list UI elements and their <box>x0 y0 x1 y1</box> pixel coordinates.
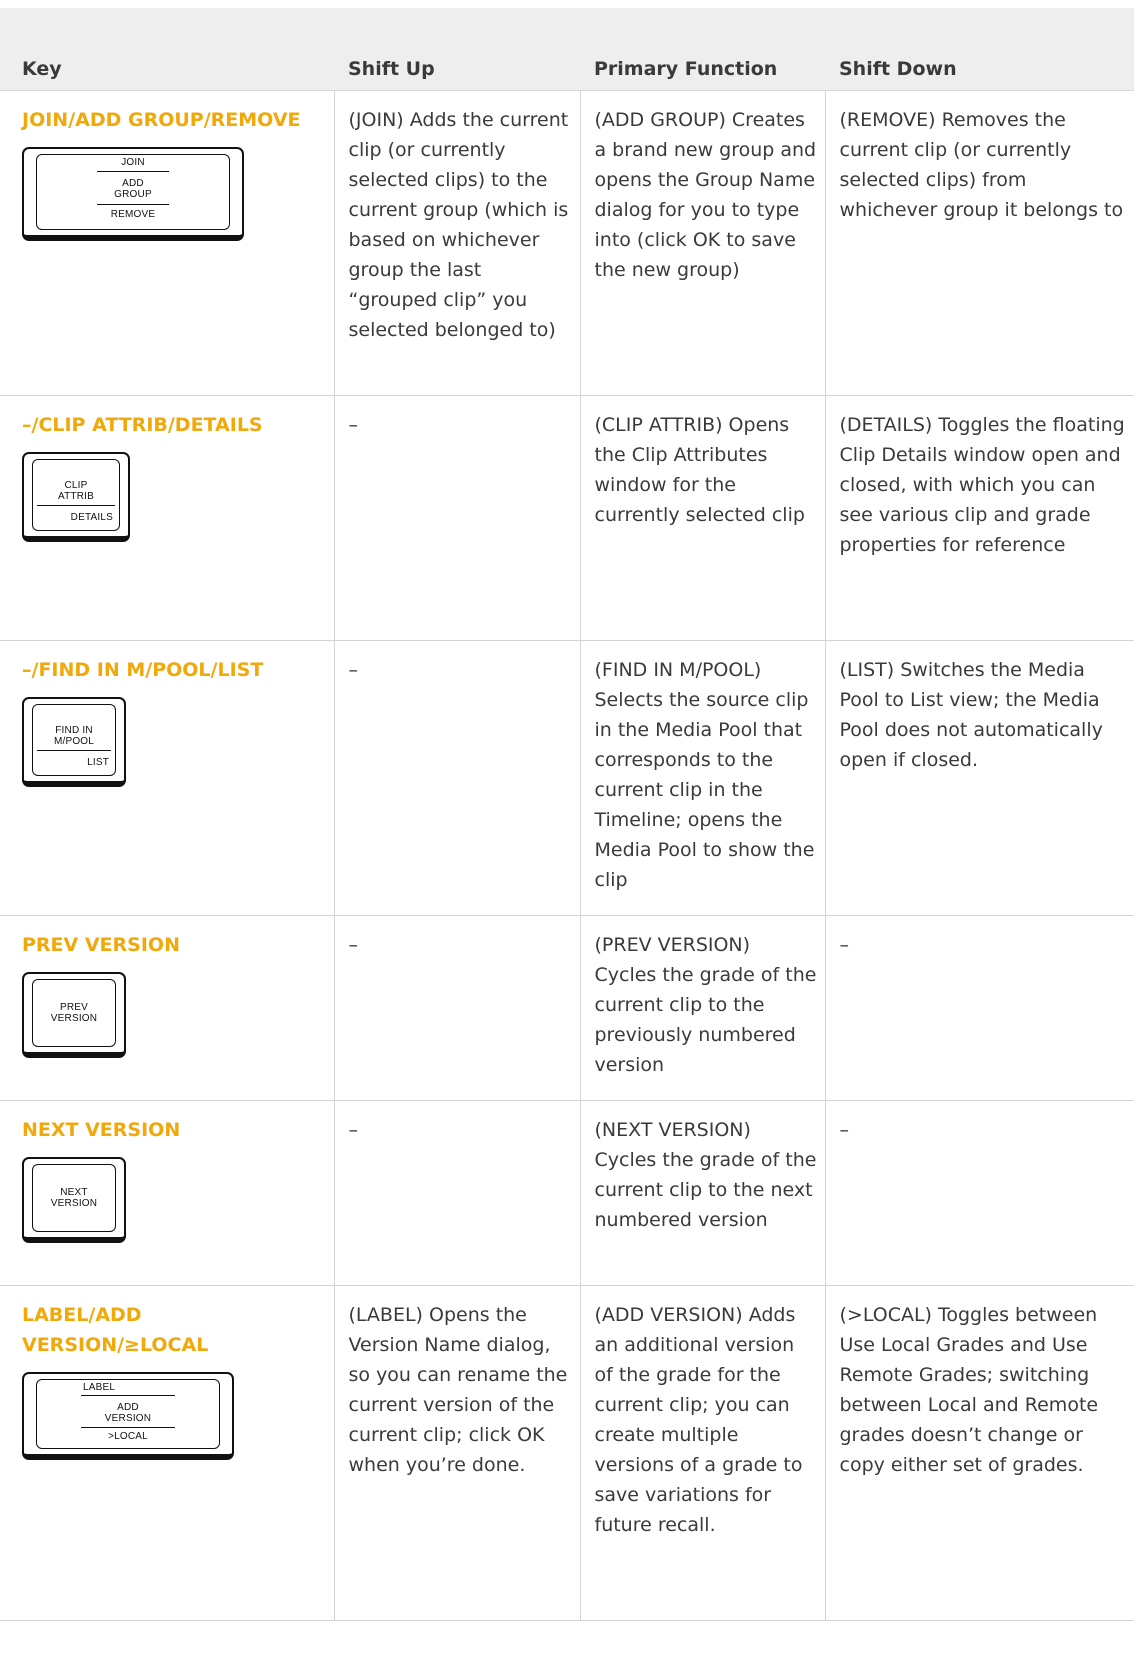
shortcut-table: Key Shift Up Primary Function Shift Down… <box>0 8 1134 1621</box>
shift-up-cell: – <box>333 640 580 916</box>
keycap-main-label-1: ADD <box>117 1402 139 1413</box>
shift-up-cell: (LABEL) Opens the Version Name dialog, s… <box>333 1285 580 1621</box>
table-row: PREV VERSION PREV VERSION – (PREV VERSIO… <box>0 915 1134 1101</box>
keycap-main-label-2: M/POOL <box>53 736 95 747</box>
header-key: Key <box>0 8 334 91</box>
primary-cell: (ADD GROUP) Creates a brand new group an… <box>579 90 825 396</box>
keycap-main-label-2: GROUP <box>114 189 152 200</box>
table-header-row: Key Shift Up Primary Function Shift Down <box>0 8 1134 91</box>
label-add-version-keycap: LABEL ADD VERSION >LOCAL <box>22 1372 234 1460</box>
key-name: –/FIND IN M/POOL/LIST <box>22 659 264 681</box>
table-row: –/CLIP ATTRIB/DETAILS CLIP ATTRIB DETAIL… <box>0 395 1134 641</box>
header-shift-down: Shift Down <box>825 8 1134 91</box>
keycap-top-label: JOIN <box>121 157 145 168</box>
table-row: –/FIND IN M/POOL/LIST FIND IN M/POOL LIS… <box>0 640 1134 916</box>
shift-down-cell: – <box>824 915 1134 1101</box>
keycap-main-label-2: ATTRIB <box>57 491 94 502</box>
keycap-bottom-label: REMOVE <box>110 209 156 220</box>
table-row: JOIN/ADD GROUP/REMOVE JOIN ADD GROUP REM… <box>0 90 1134 396</box>
find-in-media-pool-keycap: FIND IN M/POOL LIST <box>22 697 126 787</box>
header-shift-up: Shift Up <box>334 8 580 91</box>
primary-cell: (PREV VERSION) Cycles the grade of the c… <box>579 915 825 1101</box>
keycap-main-label-2: VERSION <box>50 1013 98 1024</box>
key-cell: JOIN/ADD GROUP/REMOVE JOIN ADD GROUP REM… <box>0 90 334 396</box>
keycap-main-label-1: FIND IN <box>55 725 93 736</box>
key-cell: NEXT VERSION NEXT VERSION <box>0 1100 334 1286</box>
primary-cell: (NEXT VERSION) Cycles the grade of the c… <box>579 1100 825 1286</box>
primary-cell: (ADD VERSION) Adds an additional version… <box>579 1285 825 1621</box>
shift-up-cell: – <box>333 1100 580 1286</box>
keycap-bottom-label: LIST <box>87 757 109 768</box>
shift-up-cell: – <box>333 915 580 1101</box>
key-name: –/CLIP ATTRIB/DETAILS <box>22 414 263 436</box>
shift-up-cell: – <box>333 395 580 641</box>
keycap-bottom-label: >LOCAL <box>108 1431 148 1442</box>
primary-cell: (CLIP ATTRIB) Opens the Clip Attributes … <box>579 395 825 641</box>
shift-down-cell: (DETAILS) Toggles the floating Clip Deta… <box>824 395 1134 641</box>
key-cell: LABEL/ADD VERSION/≥LOCAL LABEL ADD VERSI… <box>0 1285 334 1621</box>
key-name: LABEL/ADD VERSION/≥LOCAL <box>22 1304 209 1356</box>
keycap-bottom-label: DETAILS <box>70 512 113 523</box>
clip-attrib-keycap: CLIP ATTRIB DETAILS <box>22 452 130 542</box>
keycap-main-label-1: PREV <box>59 1002 89 1013</box>
key-name: JOIN/ADD GROUP/REMOVE <box>22 109 301 131</box>
shift-up-cell: (JOIN) Adds the current clip (or current… <box>333 90 580 396</box>
next-version-keycap: NEXT VERSION <box>22 1157 126 1243</box>
keycap-top-label: LABEL <box>83 1382 116 1393</box>
prev-version-keycap: PREV VERSION <box>22 972 126 1058</box>
table-row: LABEL/ADD VERSION/≥LOCAL LABEL ADD VERSI… <box>0 1285 1134 1621</box>
shift-down-cell: (LIST) Switches the Media Pool to List v… <box>824 640 1134 916</box>
keycap-main-label-1: NEXT <box>60 1187 88 1198</box>
key-cell: PREV VERSION PREV VERSION <box>0 915 334 1101</box>
header-primary-function: Primary Function <box>580 8 825 91</box>
keycap-main-label-1: CLIP <box>64 480 88 491</box>
table-row: NEXT VERSION NEXT VERSION – (NEXT VERSIO… <box>0 1100 1134 1286</box>
keycap-main-label-2: VERSION <box>50 1198 98 1209</box>
shift-down-cell: (>LOCAL) Toggles between Use Local Grade… <box>824 1285 1134 1621</box>
shift-down-cell: – <box>824 1100 1134 1286</box>
primary-cell: (FIND IN M/POOL) Selects the source clip… <box>579 640 825 916</box>
key-name: PREV VERSION <box>22 934 180 956</box>
key-cell: –/CLIP ATTRIB/DETAILS CLIP ATTRIB DETAIL… <box>0 395 334 641</box>
key-cell: –/FIND IN M/POOL/LIST FIND IN M/POOL LIS… <box>0 640 334 916</box>
keycap-main-label-1: ADD <box>122 178 144 189</box>
shift-down-cell: (REMOVE) Removes the current clip (or cu… <box>824 90 1134 396</box>
keycap-main-label-2: VERSION <box>104 1413 152 1424</box>
key-name: NEXT VERSION <box>22 1119 181 1141</box>
join-add-group-keycap: JOIN ADD GROUP REMOVE <box>22 147 244 241</box>
